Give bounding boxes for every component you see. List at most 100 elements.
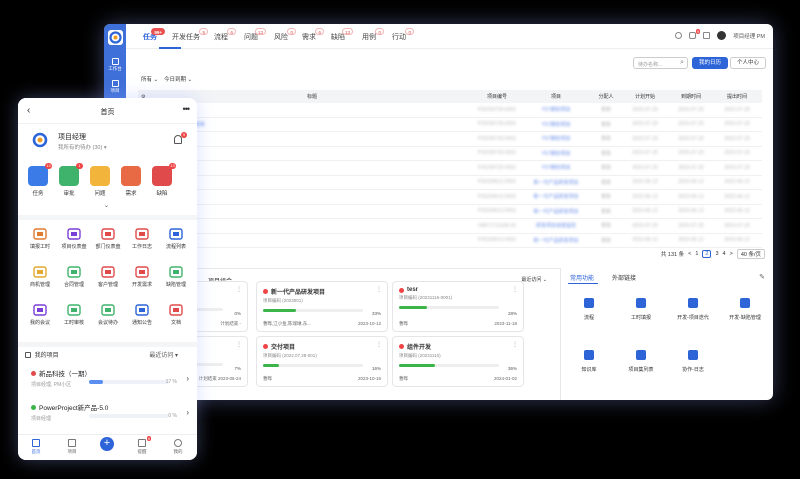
- table-row[interactable]: 需求确认 P20230612-0001 新一代产品研发项目 曹联 2023-06-12 2…: [138, 234, 762, 248]
- kebab-icon[interactable]: ⋮: [236, 341, 242, 348]
- cell-project[interactable]: Y57期初项目: [522, 150, 590, 157]
- filter-due-today[interactable]: 今日到期 ⌄: [164, 75, 192, 83]
- tool-item[interactable]: 商机管理: [24, 266, 56, 288]
- col-raised[interactable]: 提出时间: [714, 93, 760, 100]
- rail-item-workbench[interactable]: 工作台: [105, 58, 125, 72]
- quick-item[interactable]: 知识库: [563, 350, 615, 373]
- kebab-icon[interactable]: ⋮: [376, 286, 382, 293]
- table-row[interactable]: 流程审批 O8071711036-01 研发项目进度监控 曹联 2023-07-20 20…: [138, 219, 762, 234]
- cell-project[interactable]: 新一代产品研发项目: [522, 208, 590, 215]
- tool-item[interactable]: 填报工时: [24, 228, 56, 250]
- cell-project[interactable]: 研发项目进度监控: [522, 222, 590, 229]
- chevron-right-icon[interactable]: ›: [186, 374, 189, 383]
- cell-project[interactable]: 新一代产品研发项目: [522, 237, 590, 244]
- app-tile[interactable]: 1 审批: [58, 163, 83, 197]
- tool-item[interactable]: 流程列表: [160, 228, 192, 250]
- table-row[interactable]: 任务 P20230720-0001 Y57期初项目 曹联 2023-07-20 2023-…: [138, 132, 762, 147]
- tool-item[interactable]: 缺陷管理: [160, 266, 192, 288]
- user-name[interactable]: 项目经理 PM: [733, 32, 765, 40]
- tab-defect[interactable]: 缺陷 13: [331, 28, 353, 42]
- fullscreen-icon[interactable]: [703, 32, 711, 39]
- add-button[interactable]: +: [100, 437, 114, 451]
- chevron-down-icon[interactable]: ⌄: [104, 202, 109, 209]
- col-title[interactable]: 标题: [152, 93, 472, 100]
- tab-task[interactable]: 任务 99+: [143, 28, 165, 42]
- project-card[interactable]: 新一代产品研发项目 ⋮ 项目编码 (2023001) 33% 曹晔,江小鱼,陈瑞…: [256, 281, 388, 332]
- notification-icon[interactable]: 9: [689, 29, 701, 39]
- table-row[interactable]: 开发任务说明 P20230720-0001 Y57期初项目 曹联 2023-07-20 2…: [138, 147, 762, 161]
- table-row[interactable]: 项目开发进度报告更新 P20230720-0001 Y57期初项目 曹联 2023-07…: [138, 118, 762, 132]
- col-plan-start[interactable]: 计划开始: [622, 93, 668, 100]
- tab-action[interactable]: 行动 0: [392, 28, 414, 42]
- tool-item[interactable]: 文档: [160, 304, 192, 326]
- cell-project[interactable]: Y57期初项目: [522, 106, 590, 113]
- page-1[interactable]: 1: [695, 251, 698, 257]
- search-input[interactable]: 待办名称... ⌕: [633, 57, 688, 69]
- tool-item[interactable]: 会议待办: [92, 304, 124, 326]
- prev-page[interactable]: <: [688, 251, 691, 257]
- project-card[interactable]: 组件开发 ⋮ 项目编码 (20231110) 36% 曹晔 2024-01-02: [392, 336, 524, 387]
- page-size-select[interactable]: 40 条/页: [736, 249, 765, 259]
- cell-title[interactable]: 项目阶段评审: [152, 193, 472, 200]
- rail-item-project[interactable]: 项目: [105, 80, 125, 94]
- tab-common-functions[interactable]: 常用功能: [570, 273, 594, 282]
- cell-title[interactable]: 功能设计文档审核: [152, 164, 472, 171]
- cell-project[interactable]: Y57期初项目: [522, 164, 590, 171]
- kebab-icon[interactable]: ⋮: [512, 341, 518, 348]
- page-4[interactable]: 4: [723, 251, 726, 257]
- tool-item[interactable]: 通知公告: [126, 304, 158, 326]
- tool-item[interactable]: 合同管理: [58, 266, 90, 288]
- tool-item[interactable]: 我的会议: [24, 304, 56, 326]
- todo-selector[interactable]: 我所有的待办 (30) ▾: [58, 143, 107, 151]
- col-project-no[interactable]: 项目编号: [472, 93, 522, 100]
- cell-project[interactable]: 新一代产品研发项目: [522, 193, 590, 200]
- col-due[interactable]: 到期时间: [668, 93, 714, 100]
- cell-title[interactable]: 项目开发进度报告更新: [152, 121, 472, 128]
- cell-title[interactable]: 开发任务说明: [152, 150, 472, 157]
- kebab-icon[interactable]: ⋮: [376, 341, 382, 348]
- project-card[interactable]: 交付项目 ⋮ 项目编码 (2022.07.28-001) 16% 曹晔 2023…: [256, 336, 388, 387]
- tool-item[interactable]: 工时审核: [58, 304, 90, 326]
- cell-project[interactable]: Y57期初项目: [522, 135, 590, 142]
- cell-project[interactable]: Y57期初项目: [522, 121, 590, 128]
- cell-title[interactable]: 任务: [152, 135, 472, 142]
- kebab-icon[interactable]: ⋮: [512, 286, 518, 293]
- tab-risk[interactable]: 风险 0: [274, 28, 296, 42]
- recent-sort[interactable]: 最近访问 ▾: [149, 350, 178, 359]
- page-3[interactable]: 3: [715, 251, 718, 257]
- tab-dev-task[interactable]: 开发任务 5: [172, 28, 208, 42]
- tab-process[interactable]: 流程 6: [214, 28, 236, 42]
- quick-item[interactable]: 开发-缺陷管理: [719, 298, 771, 321]
- chevron-right-icon[interactable]: ›: [186, 408, 189, 417]
- page-2[interactable]: 2: [702, 250, 712, 258]
- table-row[interactable]: 项目阶段评审 P20230612-0001 新一代产品研发项目 曹联 2023-06-1…: [138, 190, 762, 205]
- table-row[interactable]: 质量检查 P20230612-0001 新一代产品研发项目 曹联 2023-06-12 2…: [138, 205, 762, 219]
- tool-item[interactable]: 部门仪表盘: [92, 228, 124, 250]
- tool-item[interactable]: 开发需求: [126, 266, 158, 288]
- edit-icon[interactable]: ✎: [759, 273, 765, 281]
- app-tile[interactable]: 问题: [89, 166, 111, 197]
- my-project-item[interactable]: PowerProject新产品-5.0 项目经理 0 % ›: [31, 402, 189, 422]
- app-tile[interactable]: 13 任务: [27, 163, 52, 197]
- tool-item[interactable]: 工作日志: [126, 228, 158, 250]
- quick-item[interactable]: 流程: [563, 298, 615, 321]
- next-page[interactable]: >: [730, 251, 733, 257]
- tab-case[interactable]: 用例 0: [362, 28, 384, 42]
- tab-external-links[interactable]: 外部链接: [612, 273, 636, 282]
- more-icon[interactable]: •••: [183, 104, 191, 114]
- kebab-icon[interactable]: ⋮: [236, 286, 242, 293]
- tab-issue[interactable]: 问题 13: [244, 28, 266, 42]
- personal-center-button[interactable]: 个人中心: [730, 57, 766, 69]
- cell-title[interactable]: 需求确认: [152, 237, 472, 244]
- col-project[interactable]: 项目: [522, 93, 590, 100]
- nav-home[interactable]: 首页: [24, 439, 48, 455]
- quick-item[interactable]: 开发-项目迭代: [667, 298, 719, 321]
- portfolio-sort[interactable]: 最近访问 ⌄: [521, 276, 547, 283]
- avatar[interactable]: [717, 31, 727, 40]
- cell-project[interactable]: 新一代产品研发项目: [522, 179, 590, 186]
- cell-title[interactable]: 流程审批: [152, 222, 472, 229]
- project-card[interactable]: tesr ⋮ 项目编码 (20231116-0001) 28% 曹晔 2023-…: [392, 281, 524, 332]
- help-icon[interactable]: [675, 32, 683, 39]
- my-calendar-button[interactable]: 我的日历: [692, 57, 728, 69]
- tool-item[interactable]: 客户管理: [92, 266, 124, 288]
